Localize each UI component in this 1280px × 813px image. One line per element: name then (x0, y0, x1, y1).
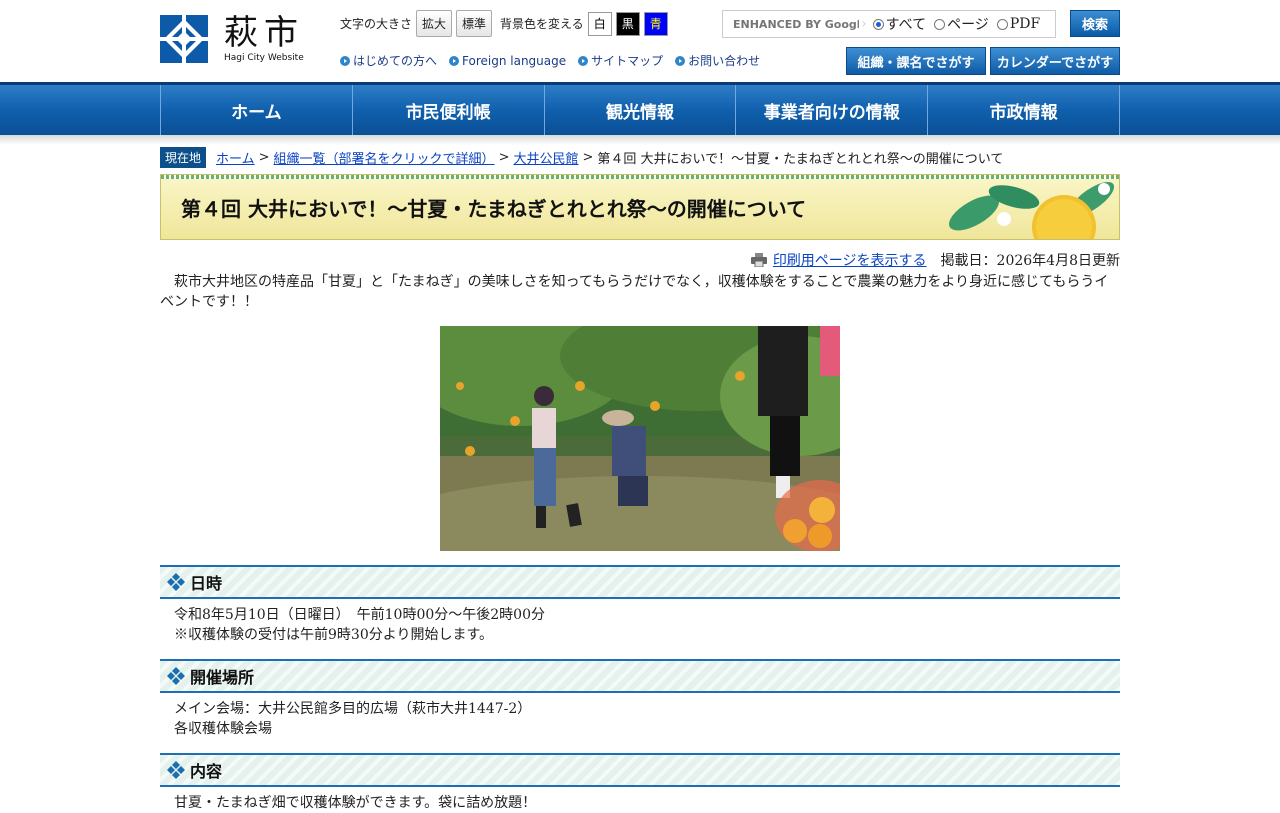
page-title: 第４回 大井においで！～甘夏・たまねぎとれとれ祭～の開催について (181, 197, 807, 221)
breadcrumb-oi-community-center[interactable]: 大井公民館 (513, 148, 578, 167)
page-title-box: 第４回 大井においで！～甘夏・たまねぎとれとれ祭～の開催について (160, 174, 1120, 240)
logo-mark-icon (160, 15, 208, 63)
updated-date: 掲載日：2026年4月8日更新 (940, 253, 1120, 269)
section-body-venue: メイン会場：大井公民館多目的広場（萩市大井1447-2） 各収穫体験会場 (160, 693, 1120, 739)
venue-sub: 各収穫体験会場 (174, 721, 272, 737)
search-option-pdf[interactable]: PDF (996, 16, 1040, 32)
link-contact[interactable]: お問い合わせ (675, 52, 760, 69)
arrow-bullet-icon (675, 55, 686, 66)
datetime-note: ※収穫体験の受付は午前9時30分より開始します。 (174, 627, 494, 643)
arrow-bullet-icon (578, 55, 589, 66)
venue-main: メイン会場：大井公民館多目的広場（萩市大井1447-2） (174, 701, 532, 717)
nav-business[interactable]: 事業者向けの情報 (735, 85, 927, 135)
harvest-photo-image (440, 326, 840, 551)
bg-blue-button[interactable]: 青 (643, 11, 668, 36)
printer-icon (750, 253, 767, 267)
current-location-badge: 現在地 (160, 147, 207, 168)
section-heading-venue: 開催場所 (160, 659, 1120, 693)
radio-icon (996, 18, 1008, 30)
link-beginners[interactable]: はじめての方へ (340, 52, 437, 69)
section-body-content: 甘夏・たまねぎ畑で収穫体験ができます。袋に詰め放題！ (160, 787, 1120, 813)
page-meta: 印刷用ページを表示する 掲載日：2026年4月8日更新 (160, 250, 1120, 270)
diamond-cluster-icon (167, 573, 185, 591)
content-line: 甘夏・たまねぎ畑で収穫体験ができます。袋に詰め放題！ (174, 795, 537, 811)
search-input[interactable] (723, 11, 861, 37)
breadcrumb: 現在地 ホーム > 組織一覧（部署名をクリックで詳細） > 大井公民館 > 第４回 大… (160, 147, 1120, 168)
global-nav: ホーム 市民便利帳 観光情報 事業者向けの情報 市政情報 (0, 82, 1280, 135)
search-by-organization-button[interactable]: 組織・課名でさがす (846, 47, 986, 75)
section-body-datetime: 令和8年5月10日（日曜日） 午前10時00分～午後2時00分 ※収穫体験の受付… (160, 599, 1120, 645)
lead-paragraph: 萩市大井地区の特産品「甘夏」と「たまねぎ」の美味しさを知ってもらうだけでなく，収… (160, 274, 1109, 310)
search-option-page[interactable]: ページ (934, 14, 989, 34)
nav-citizen-guide[interactable]: 市民便利帳 (351, 85, 544, 135)
radio-icon (934, 18, 946, 30)
utility-links: はじめての方へ Foreign language サイトマップ お問い合わせ (340, 52, 760, 69)
logo-text: 萩市 (224, 13, 304, 53)
link-foreign-language[interactable]: Foreign language (449, 52, 566, 69)
breadcrumb-home[interactable]: ホーム (216, 148, 255, 167)
site-search: › すべて ページ PDF (722, 10, 1056, 38)
bg-white-button[interactable]: 白 (587, 11, 612, 36)
breadcrumb-current: 第４回 大井においで！～甘夏・たまねぎとれとれ祭～の開催について (597, 152, 1004, 167)
bg-black-button[interactable]: 黒 (615, 11, 640, 36)
site-header: 萩市 Hagi City Website 文字の大きさ 拡大 標準 背景色を変え… (160, 0, 1120, 82)
nav-city-government[interactable]: 市政情報 (927, 85, 1120, 135)
event-photo (440, 326, 840, 551)
text-standard-button[interactable]: 標準 (456, 10, 493, 37)
nav-home[interactable]: ホーム (160, 85, 352, 135)
search-button[interactable]: 検索 (1070, 10, 1120, 37)
radio-icon (872, 18, 884, 30)
nav-tourism[interactable]: 観光情報 (543, 85, 736, 135)
logo-subtitle: Hagi City Website (224, 53, 304, 63)
text-size-label: 文字の大きさ (340, 17, 413, 31)
print-page-link[interactable]: 印刷用ページを表示する (773, 250, 927, 270)
arrow-bullet-icon (449, 55, 460, 66)
site-logo[interactable]: 萩市 Hagi City Website (160, 13, 310, 67)
arrow-bullet-icon (340, 55, 350, 66)
text-enlarge-button[interactable]: 拡大 (416, 10, 453, 37)
search-divider-icon: › (861, 16, 867, 32)
citrus-decoration-icon (949, 181, 1115, 239)
nav-shadow (0, 135, 1280, 145)
section-heading-datetime: 日時 (160, 565, 1120, 599)
search-option-all[interactable]: すべて (872, 14, 926, 34)
diamond-cluster-icon (167, 667, 185, 685)
breadcrumb-organization[interactable]: 組織一覧（部署名をクリックで詳細） (274, 148, 495, 167)
main-content: 現在地 ホーム > 組織一覧（部署名をクリックで詳細） > 大井公民館 > 第４回 大… (160, 147, 1120, 813)
bg-color-label: 背景色を変える (500, 17, 584, 31)
search-by-calendar-button[interactable]: カレンダーでさがす (990, 47, 1120, 75)
section-heading-content: 内容 (160, 753, 1120, 787)
link-sitemap[interactable]: サイトマップ (578, 52, 663, 69)
accessibility-tools: 文字の大きさ 拡大 標準 背景色を変える 白 黒 青 (340, 10, 668, 37)
diamond-cluster-icon (167, 761, 185, 779)
datetime-line: 令和8年5月10日（日曜日） 午前10時00分～午後2時00分 (174, 607, 545, 623)
